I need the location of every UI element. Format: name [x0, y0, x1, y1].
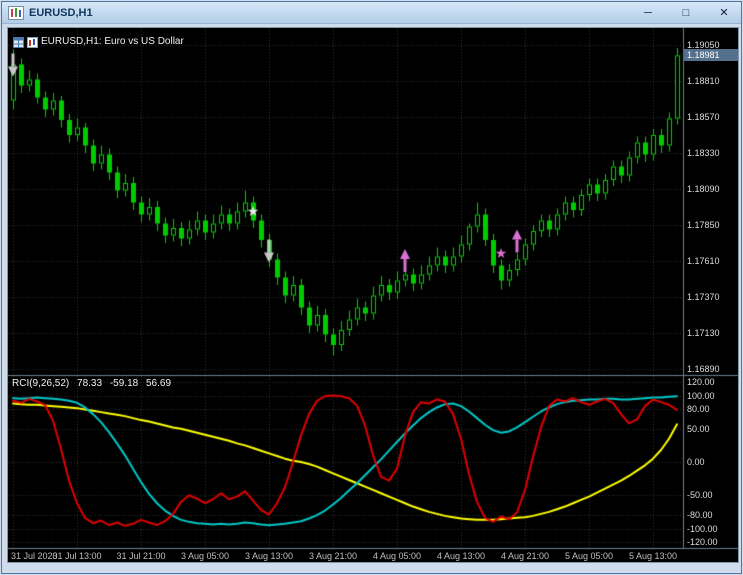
- time-axis-label: 4 Aug 21:00: [500, 551, 550, 561]
- indicator-axis-label: -120.00: [687, 537, 718, 547]
- indicator-axis-label: -50.00: [687, 490, 713, 500]
- close-button[interactable]: ✕: [713, 3, 735, 23]
- time-axis-label: 3 Aug 21:00: [308, 551, 358, 561]
- price-axis-label: 1.16890: [687, 364, 720, 374]
- chart-symbol-label: EURUSD,H1: Euro vs US Dollar: [13, 36, 184, 48]
- price-axis-label: 1.18330: [687, 148, 720, 158]
- candlestick-chart-icon: [8, 5, 24, 20]
- candlesticks-icon: [27, 36, 38, 48]
- window-titlebar[interactable]: EURUSD,H1 ─ □ ✕: [2, 2, 741, 24]
- price-axis-label: 1.17130: [687, 328, 720, 338]
- time-axis-label: 4 Aug 13:00: [436, 551, 486, 561]
- indicator-label: RCI(9,26,52) 78.33 -59.18 56.69: [12, 378, 176, 390]
- time-axis-label: 5 Aug 05:00: [564, 551, 614, 561]
- window-controls: ─ □ ✕: [621, 3, 735, 23]
- time-axis-label: 31 Jul 2020: [11, 551, 58, 561]
- chart-header-text: EURUSD,H1: Euro vs US Dollar: [41, 36, 184, 47]
- indicator-axis-label: 50.00: [687, 424, 710, 434]
- price-axis-label: 1.18570: [687, 112, 720, 122]
- time-axis-label: 5 Aug 13:00: [628, 551, 678, 561]
- price-axis-label: 1.19050: [687, 40, 720, 50]
- price-axis-label: 1.18810: [687, 76, 720, 86]
- time-axis-label: 3 Aug 13:00: [244, 551, 294, 561]
- indicator-axis-label: -100.00: [687, 524, 718, 534]
- time-axis-label: 31 Jul 13:00: [52, 551, 102, 561]
- indicator-value-fast: 78.33: [77, 378, 103, 389]
- time-axis-label: 3 Aug 05:00: [180, 551, 230, 561]
- price-axis-label: 1.18090: [687, 184, 720, 194]
- chart-area: EURUSD,H1: Euro vs US Dollar RCI(9,26,52…: [7, 27, 739, 563]
- maximize-button[interactable]: □: [675, 3, 697, 23]
- indicator-name: RCI(9,26,52): [12, 378, 70, 389]
- price-chart-canvas[interactable]: [8, 28, 738, 562]
- indicator-axis-label: 0.00: [687, 457, 705, 467]
- price-axis-label: 1.17610: [687, 256, 720, 266]
- price-axis-label: 1.17370: [687, 292, 720, 302]
- window-title: EURUSD,H1: [29, 6, 93, 19]
- time-axis-label: 4 Aug 05:00: [372, 551, 422, 561]
- chart-client-area: EURUSD,H1: Euro vs US Dollar RCI(9,26,52…: [2, 24, 741, 573]
- minimize-button[interactable]: ─: [637, 3, 659, 23]
- table-icon: [13, 36, 24, 48]
- indicator-axis-label: -80.00: [687, 510, 713, 520]
- indicator-value-slow: 56.69: [145, 378, 172, 389]
- time-axis-label: 31 Jul 21:00: [116, 551, 166, 561]
- indicator-axis-label: 80.00: [687, 404, 710, 414]
- indicator-axis-label: 100.00: [687, 391, 715, 401]
- price-axis-label: 1.17850: [687, 220, 720, 230]
- indicator-axis-label: 120.00: [687, 377, 715, 387]
- metatrader-chart-window: EURUSD,H1 ─ □ ✕ EURUSD,H1: Euro vs US Do…: [1, 1, 742, 574]
- indicator-value-mid: -59.18: [109, 378, 139, 389]
